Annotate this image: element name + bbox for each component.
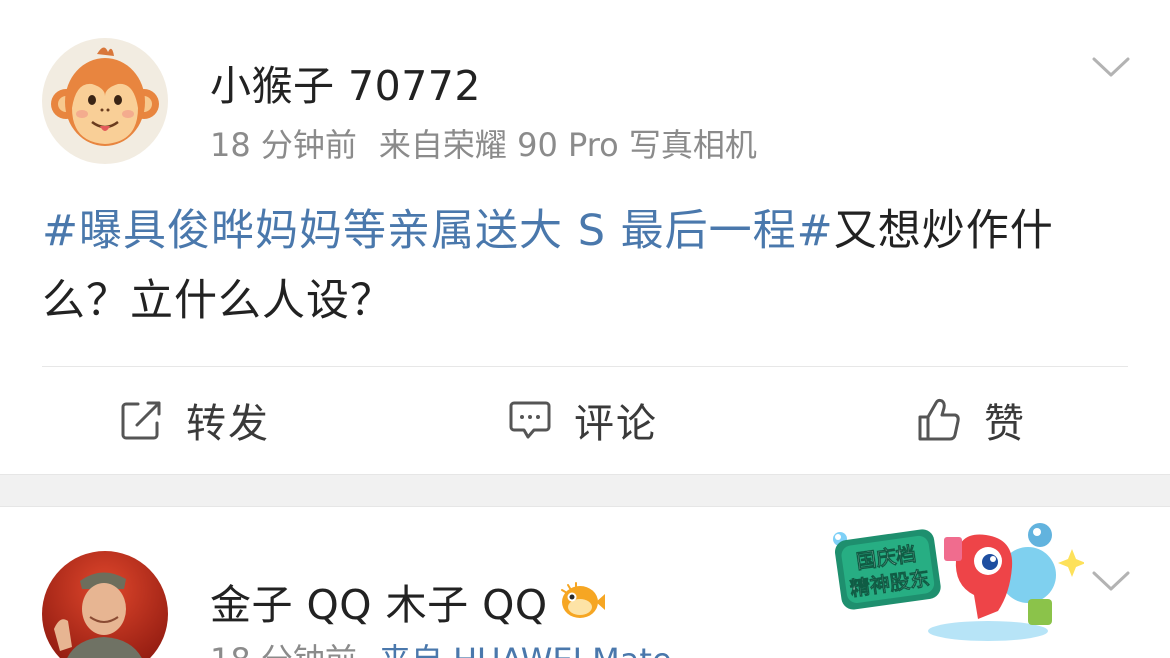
chevron-down-icon[interactable] [1091,56,1131,78]
feed-separator [0,474,1170,507]
username-text: 金子 QQ 木子 QQ [210,581,548,629]
comment-icon [509,401,551,439]
mascot-promo-icon: 国庆档 精神股东 [833,523,1084,641]
avatar[interactable] [42,551,168,658]
comment-label: 评论 [574,401,658,447]
chevron-down-icon[interactable] [1091,570,1131,592]
username[interactable]: 金子 QQ 木子 QQ [210,571,606,631]
monkey-avatar-icon [42,38,168,164]
post-meta: 18 分钟前 来自荣耀 90 Pro 写真相机 [210,120,779,166]
divider [42,366,1128,367]
post-card: 金子 QQ 木子 QQ 18 分钟前 来自 HUAWEI Mate [0,507,1170,658]
avatar[interactable] [42,38,168,164]
pufferfish-badge-icon [560,582,605,618]
username[interactable]: 小猴子 70772 [210,52,481,112]
post-content: #曝具俊晔妈妈等亲属送大 S 最后一程#又想炒作什 么？立什么人设？ [42,196,1132,336]
promo-banner[interactable]: 国庆档 精神股东 [828,515,1084,645]
like-label: 赞 [984,401,1026,447]
repost-button[interactable]: 转发 [120,392,270,448]
post-source[interactable]: 来自荣耀 90 Pro 写真相机 [379,126,757,164]
portrait-avatar-icon [42,551,168,658]
like-button[interactable]: 赞 [916,392,1026,448]
post-card: 小猴子 70772 18 分钟前 来自荣耀 90 Pro 写真相机 #曝具俊晔妈妈… [0,0,1170,474]
post-time: 18 分钟前 [210,641,357,658]
post-text-2: 么？立什么人设？ [42,276,394,326]
thumbs-up-icon [918,398,960,441]
post-text-1: 又想炒作什 [833,206,1054,256]
post-source[interactable]: 来自 HUAWEI Mate [379,641,672,658]
topic-link[interactable]: #曝具俊晔妈妈等亲属送大 S 最后一程# [42,206,834,256]
repost-label: 转发 [186,401,270,447]
comment-button[interactable]: 评论 [508,392,658,448]
post-meta: 18 分钟前 来自 HUAWEI Mate [210,635,694,658]
repost-icon [121,401,161,440]
post-time: 18 分钟前 [210,126,357,164]
